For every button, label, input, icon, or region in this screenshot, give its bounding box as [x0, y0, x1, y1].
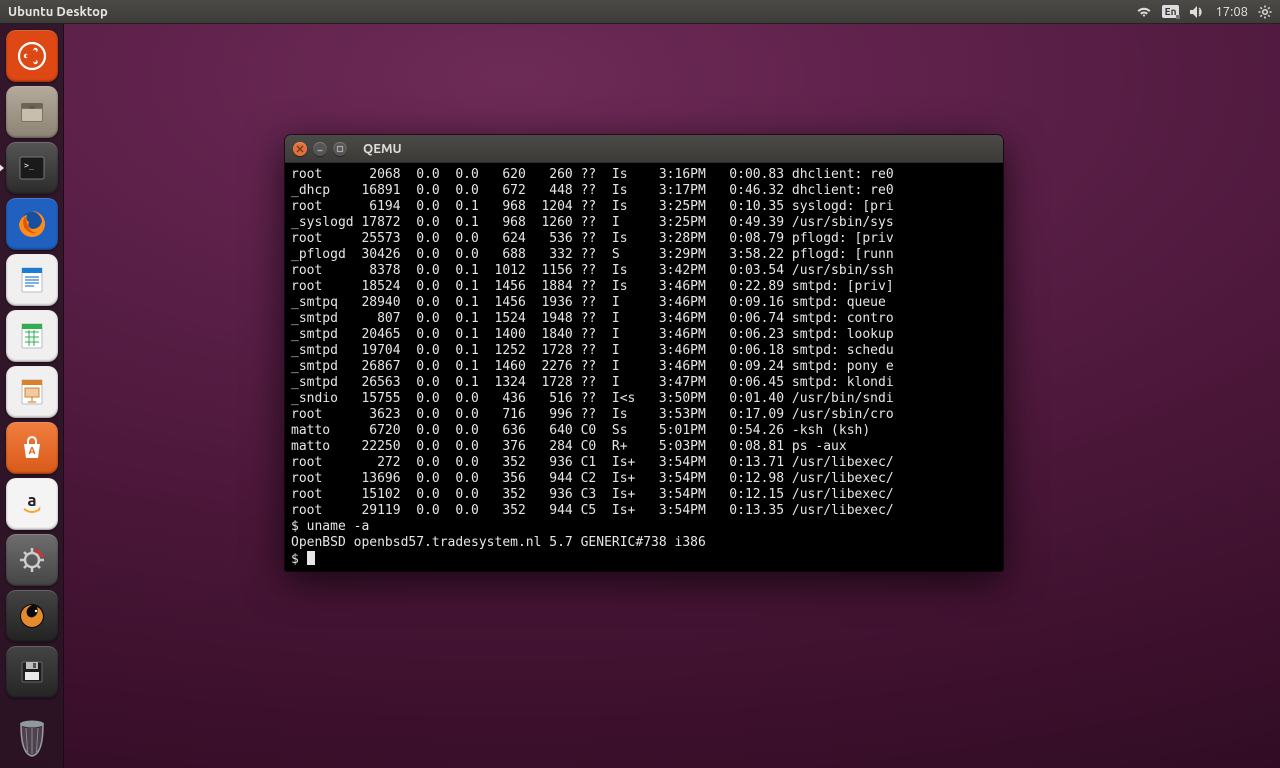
firefox-icon [15, 207, 49, 241]
active-app-title: Ubuntu Desktop [8, 5, 108, 19]
qemu-icon [15, 599, 49, 633]
keyboard-lang-label: En [1162, 5, 1180, 18]
window-title: QEMU [363, 142, 402, 156]
terminal-output[interactable]: root 2068 0.0 0.0 620 260 ?? Is 3:16PM 0… [285, 163, 1003, 571]
sound-indicator[interactable] [1189, 5, 1205, 19]
maximize-icon [336, 145, 344, 153]
svg-text:a: a [27, 491, 36, 510]
launcher-amazon[interactable]: a [6, 478, 58, 530]
keyboard-indicator[interactable]: En [1162, 5, 1180, 18]
close-icon [296, 145, 304, 153]
launcher-dash[interactable] [6, 30, 58, 82]
trash-icon [12, 716, 52, 760]
terminal-icon: >_ [15, 151, 49, 185]
window-maximize-button[interactable] [333, 142, 347, 156]
window-titlebar[interactable]: QEMU [285, 135, 1003, 163]
launcher-firefox[interactable] [6, 198, 58, 250]
clock[interactable]: 17:08 [1215, 5, 1248, 19]
launcher-software-center[interactable]: A [6, 422, 58, 474]
settings-icon [15, 543, 49, 577]
session-indicator[interactable] [1258, 5, 1272, 19]
wifi-icon [1136, 5, 1152, 19]
top-panel: Ubuntu Desktop En 17:08 [0, 0, 1280, 24]
network-indicator[interactable] [1136, 5, 1152, 19]
speaker-icon [1189, 5, 1205, 19]
minimize-icon [316, 145, 324, 153]
launcher-files[interactable] [6, 86, 58, 138]
svg-text:A: A [28, 445, 35, 456]
launcher-calc[interactable] [6, 310, 58, 362]
launcher-writer[interactable] [6, 254, 58, 306]
window-close-button[interactable] [293, 142, 307, 156]
qemu-window[interactable]: QEMU root 2068 0.0 0.0 620 260 ?? Is 3:1… [285, 135, 1003, 571]
terminal-cursor [307, 551, 315, 565]
svg-text:>_: >_ [24, 161, 34, 170]
window-minimize-button[interactable] [313, 142, 327, 156]
software-center-icon: A [15, 431, 49, 465]
launcher-settings[interactable] [6, 534, 58, 586]
unity-launcher: >_ A a [0, 24, 64, 768]
gear-icon [1258, 5, 1272, 19]
launcher-impress[interactable] [6, 366, 58, 418]
impress-icon [15, 375, 49, 409]
calc-icon [15, 319, 49, 353]
launcher-terminal[interactable]: >_ [6, 142, 58, 194]
files-icon [15, 95, 49, 129]
dash-home-icon [15, 39, 49, 73]
launcher-trash[interactable] [6, 712, 58, 764]
launcher-qemu[interactable] [6, 590, 58, 642]
launcher-save[interactable] [6, 646, 58, 698]
floppy-icon [15, 655, 49, 689]
writer-icon [15, 263, 49, 297]
amazon-icon: a [15, 487, 49, 521]
